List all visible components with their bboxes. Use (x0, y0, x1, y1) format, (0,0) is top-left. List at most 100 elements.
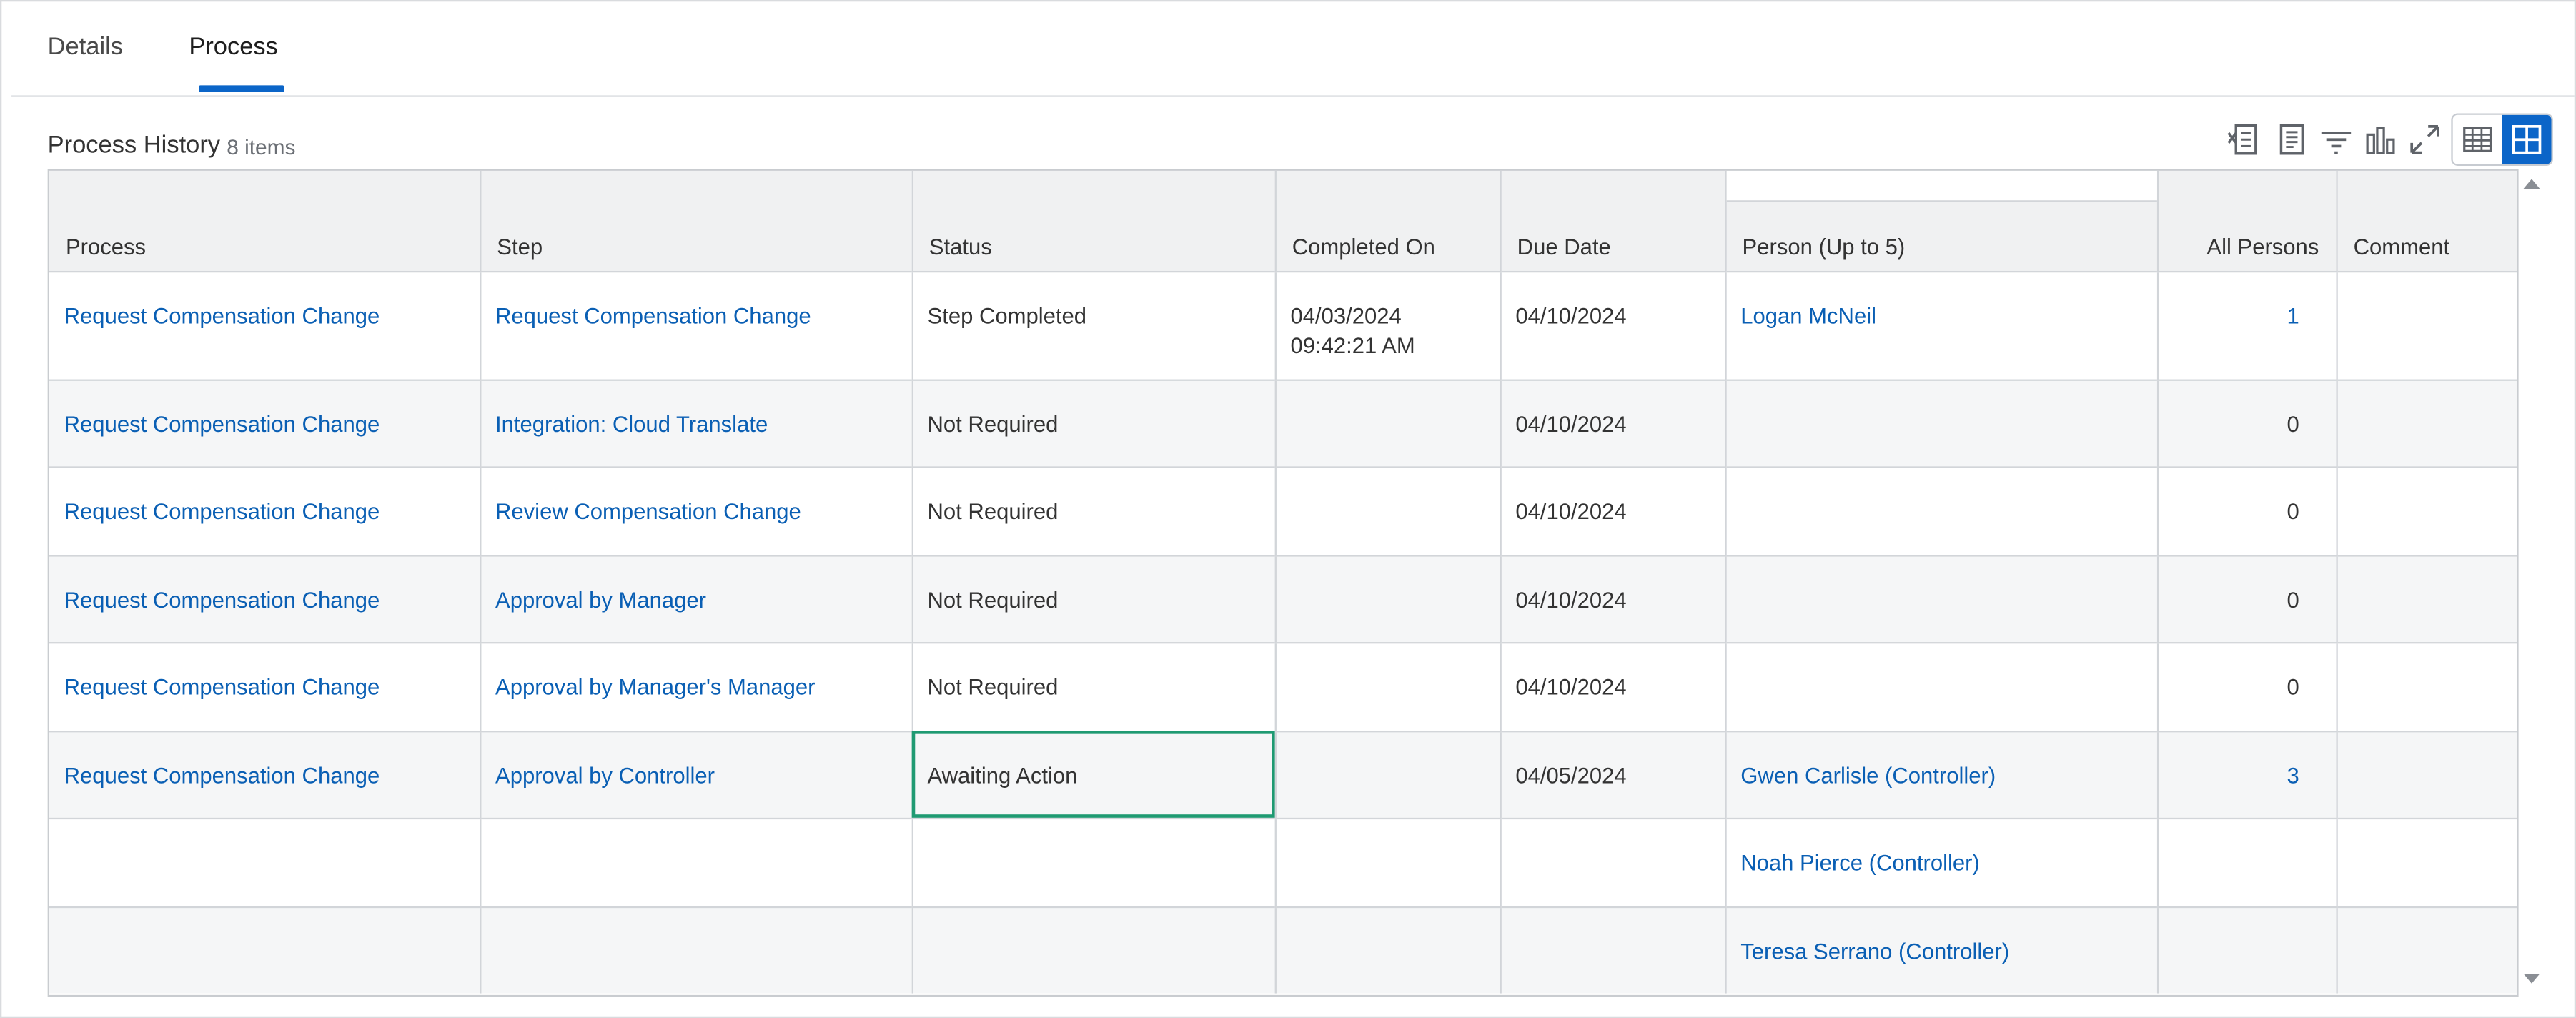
due-date-cell: 04/10/2024 (1500, 555, 1726, 643)
header-row: Process Step Status Completed On Due Dat… (49, 170, 2517, 271)
filter-icon[interactable] (2315, 117, 2358, 162)
step-link[interactable]: Integration: Cloud Translate (495, 411, 768, 435)
table-row: Request Compensation Change Integration:… (49, 379, 2517, 467)
view-toggle (2451, 113, 2553, 166)
table-row: Noah Pierce (Controller) (49, 817, 2517, 906)
comment-cell (2336, 555, 2517, 642)
completed-on-cell (1274, 466, 1501, 555)
status-cell (911, 906, 1276, 994)
comment-cell (2336, 642, 2517, 731)
tab-process[interactable]: Process (189, 33, 278, 61)
status-cell (911, 817, 1276, 906)
grid-view-icon[interactable] (2502, 114, 2552, 164)
completed-on-cell (1274, 731, 1501, 818)
completed-on-cell (1274, 379, 1501, 467)
person-cell (1725, 642, 2159, 731)
column-header-comment[interactable]: Comment (2336, 171, 2517, 271)
active-tab-indicator (199, 85, 284, 92)
all-persons-link[interactable]: 3 (2287, 763, 2299, 787)
all-persons-cell: 0 (2156, 379, 2337, 467)
process-link[interactable]: Request Compensation Change (64, 498, 380, 523)
column-header-person[interactable]: Person (Up to 5) (1725, 170, 2159, 271)
completed-date: 04/03/2024 (1290, 302, 1402, 328)
table-row: Request Compensation Change Review Compe… (49, 466, 2517, 555)
stage: Details Process Process History 8 items (0, 0, 2576, 1018)
step-link[interactable]: Approval by Manager (495, 587, 706, 611)
completed-on-cell (1274, 817, 1501, 906)
process-link[interactable]: Request Compensation Change (64, 763, 380, 787)
all-persons-link[interactable]: 1 (2287, 303, 2299, 327)
tab-bar: Details Process (11, 1, 2575, 97)
column-header-due-date[interactable]: Due Date (1500, 170, 1726, 271)
completed-on-cell (1274, 906, 1501, 994)
tab-details[interactable]: Details (48, 33, 123, 61)
column-header-all-persons[interactable]: All Persons (2156, 170, 2337, 271)
column-header-step[interactable]: Step (480, 170, 913, 271)
person-link[interactable]: Gwen Carlisle (Controller) (1740, 763, 1996, 787)
process-history-grid: Process Step Status Completed On Due Dat… (47, 169, 2519, 997)
column-header-person-label: Person (Up to 5) (1742, 234, 1906, 259)
process-link[interactable]: Request Compensation Change (64, 411, 380, 435)
comment-cell (2336, 380, 2517, 467)
all-persons-cell (2156, 817, 2337, 906)
vertical-scrollbar[interactable] (2517, 169, 2546, 994)
step-link[interactable]: Review Compensation Change (495, 498, 801, 523)
person-cell (1725, 379, 2159, 467)
scroll-up-icon[interactable] (2523, 179, 2540, 189)
column-header-status[interactable]: Status (911, 170, 1276, 271)
status-cell: Not Required (911, 555, 1276, 643)
comment-cell (2336, 271, 2517, 380)
process-link[interactable]: Request Compensation Change (64, 674, 380, 698)
export-excel-icon[interactable] (2223, 117, 2266, 162)
completed-on-cell (1274, 642, 1501, 731)
step-cell (480, 817, 913, 906)
person-cell (1725, 555, 2159, 643)
step-link[interactable]: Request Compensation Change (495, 303, 811, 327)
due-date-cell: 04/10/2024 (1500, 270, 1726, 380)
comment-cell (2336, 731, 2517, 818)
process-cell (49, 906, 481, 994)
comment-cell (2336, 906, 2517, 994)
column-header-process[interactable]: Process (49, 170, 481, 271)
person-link[interactable]: Logan McNeil (1740, 303, 1876, 327)
table-row: Request Compensation Change Approval by … (49, 555, 2517, 643)
due-date-cell: 04/10/2024 (1500, 379, 1726, 467)
section-title: Process History (47, 131, 221, 159)
status-cell: Not Required (911, 466, 1276, 555)
due-date-cell: 04/10/2024 (1500, 466, 1726, 555)
person-cell (1725, 466, 2159, 555)
process-link[interactable]: Request Compensation Change (64, 587, 380, 611)
table-row: Teresa Serrano (Controller) (49, 906, 2517, 994)
print-icon[interactable] (2271, 117, 2314, 162)
column-header-completed-on[interactable]: Completed On (1274, 170, 1501, 271)
fullscreen-icon[interactable] (2404, 117, 2447, 162)
completed-on-cell (1274, 555, 1501, 643)
due-date-cell: 04/10/2024 (1500, 642, 1726, 731)
step-link[interactable]: Approval by Controller (495, 763, 715, 787)
status-cell: Step Completed (911, 270, 1276, 380)
scroll-down-icon[interactable] (2523, 974, 2540, 984)
all-persons-cell (2156, 906, 2337, 994)
status-cell: Not Required (911, 379, 1276, 467)
status-cell-selected[interactable]: Awaiting Action (911, 731, 1276, 818)
table-view-icon[interactable] (2453, 115, 2502, 164)
person-link[interactable]: Noah Pierce (Controller) (1740, 850, 1980, 874)
comment-cell (2336, 818, 2517, 906)
table-row: Request Compensation Change Request Comp… (49, 270, 2517, 380)
process-link[interactable]: Request Compensation Change (64, 303, 380, 327)
item-count: 8 items (227, 134, 296, 159)
chart-icon[interactable] (2359, 117, 2402, 162)
panel-frame: Details Process Process History 8 items (0, 0, 2576, 1018)
person-link[interactable]: Teresa Serrano (Controller) (1740, 939, 2009, 963)
due-date-cell (1500, 817, 1726, 906)
comment-cell (2336, 466, 2517, 555)
process-cell (49, 817, 481, 906)
all-persons-cell: 0 (2156, 466, 2337, 555)
step-cell (480, 906, 913, 994)
step-link[interactable]: Approval by Manager's Manager (495, 674, 815, 698)
all-persons-cell: 0 (2156, 555, 2337, 643)
table-row: Request Compensation Change Approval by … (49, 731, 2517, 818)
all-persons-cell: 0 (2156, 642, 2337, 731)
due-date-cell: 04/05/2024 (1500, 731, 1726, 818)
due-date-cell (1500, 906, 1726, 994)
